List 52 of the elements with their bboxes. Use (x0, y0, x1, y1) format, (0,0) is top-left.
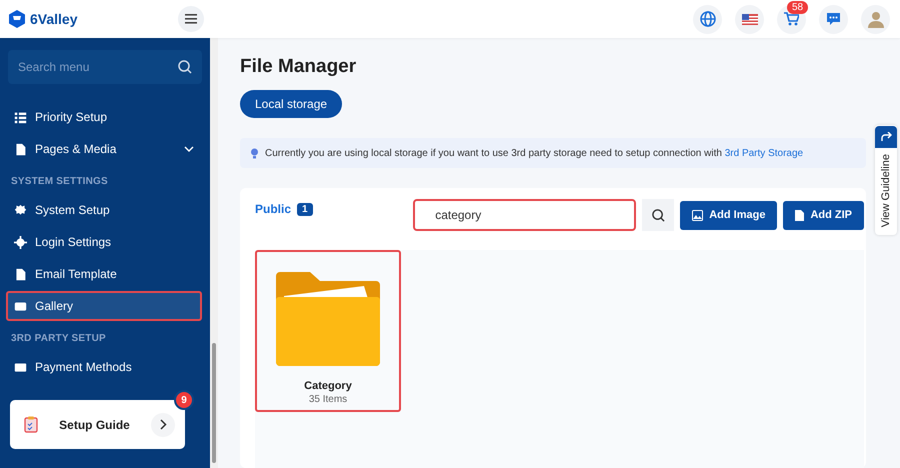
flag-icon (742, 14, 758, 24)
menu-item-icon (14, 204, 27, 216)
sidebar-item[interactable]: Payment Methods (6, 352, 202, 382)
messages-button[interactable] (819, 4, 848, 34)
search-field[interactable]: category (413, 199, 636, 231)
cart-count-badge: 58 (787, 0, 808, 14)
image-icon (692, 210, 704, 220)
lightbulb-icon (250, 148, 259, 158)
view-guideline-tab[interactable]: View Guideline (875, 125, 897, 236)
file-icon (795, 210, 804, 220)
menu-item-icon (14, 300, 27, 312)
flag-button[interactable] (735, 4, 764, 34)
sidebar-item[interactable]: Gallery (6, 291, 202, 321)
avatar-button[interactable] (861, 4, 890, 34)
sidebar-item[interactable]: System Setup (6, 195, 202, 225)
globe-icon (700, 11, 716, 27)
sidebar-item[interactable]: Login Settings (6, 227, 202, 257)
folder-icon (276, 272, 380, 366)
logo-text: 6Valley (30, 11, 78, 27)
menu-item-icon (14, 236, 27, 248)
language-button[interactable] (693, 4, 722, 34)
storage-link[interactable]: 3rd Party Storage (724, 148, 804, 158)
menu-button[interactable] (178, 6, 204, 32)
sidebar-item[interactable]: Pages & Media (6, 134, 202, 164)
logo-icon (8, 10, 26, 28)
notification-badge: 9 (174, 390, 194, 410)
add-button[interactable]: Add ZIP (783, 200, 864, 230)
menu-item-icon (14, 268, 27, 280)
search-button[interactable] (642, 199, 674, 231)
add-button[interactable]: Add Image (680, 200, 778, 230)
folder-item[interactable]: Category 35 Items (255, 250, 401, 412)
page-title: File Manager (240, 56, 358, 78)
avatar-icon (866, 10, 884, 28)
search-menu-field[interactable]: Search menu (8, 50, 202, 84)
menu-item-icon (14, 360, 27, 374)
cart-icon (784, 12, 799, 26)
menu-item-icon (14, 110, 27, 124)
section-heading: 3RD PARTY SETUP (10, 332, 107, 346)
share-arrow-icon (880, 132, 892, 142)
search-icon (178, 60, 192, 74)
sidebar-item[interactable]: Email Template (6, 259, 202, 289)
clipboard-icon (24, 416, 38, 433)
local-storage-button[interactable]: Local storage (240, 90, 342, 118)
chat-icon (826, 12, 841, 26)
search-icon (652, 208, 665, 222)
sidebar-item[interactable]: Priority Setup (6, 102, 202, 132)
section-heading: SYSTEM SETTINGS (10, 175, 109, 189)
chevron-right-icon (160, 419, 166, 430)
info-text: Currently you are using local storage if you want to use 3rd party storage need to setup connection with 3rd Party Storage (265, 148, 804, 158)
menu-item-icon (14, 142, 27, 156)
folder-tab[interactable]: Public 1 (255, 202, 313, 216)
menu-icon (185, 14, 197, 24)
